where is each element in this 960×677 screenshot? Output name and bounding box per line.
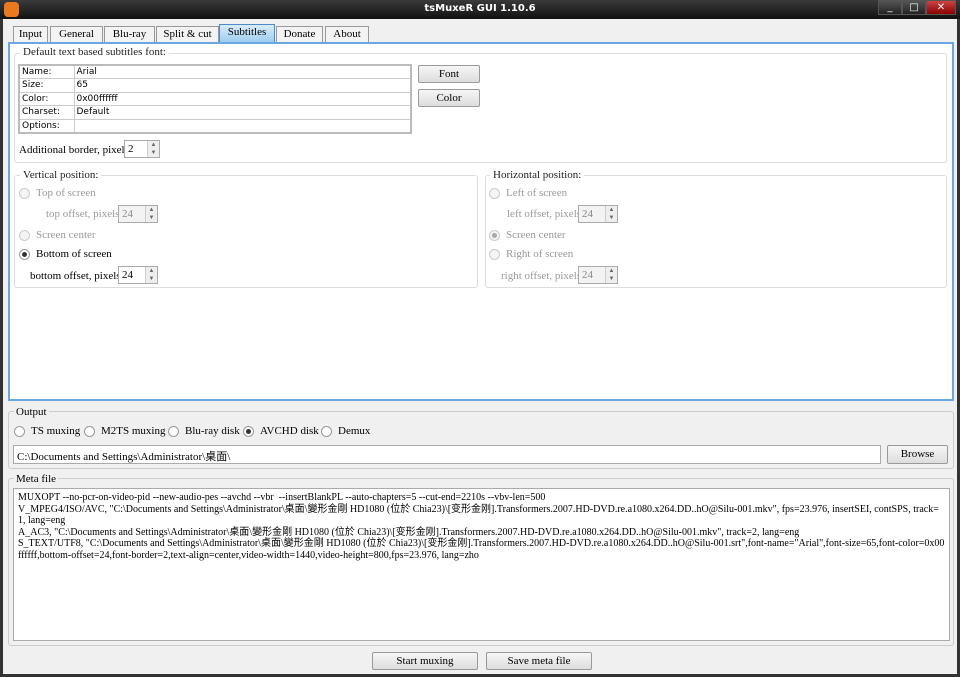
spin-arrows-icon[interactable]: ▲ ▼	[605, 267, 617, 283]
horizontal-center-radio[interactable]	[489, 230, 500, 241]
right-offset-spinner[interactable]: 24 ▲ ▼	[578, 266, 618, 284]
prop-value[interactable]: Arial	[73, 64, 412, 79]
top-offset-value: 24	[122, 208, 133, 220]
maximize-button[interactable]: □	[902, 0, 926, 15]
right-offset-value: 24	[582, 269, 593, 281]
border-spinner[interactable]: 2 ▲ ▼	[124, 140, 160, 158]
meta-file-textarea[interactable]: MUXOPT --no-pcr-on-video-pid --new-audio…	[13, 488, 950, 641]
tab-about[interactable]: About	[325, 26, 369, 42]
tab-donate[interactable]: Donate	[276, 26, 323, 42]
top-of-screen-radio[interactable]	[19, 188, 30, 199]
spin-arrows-icon[interactable]: ▲ ▼	[145, 267, 157, 283]
ts-muxing-label: TS muxing	[31, 425, 81, 437]
prop-key: Charset:	[18, 105, 75, 120]
tab-input[interactable]: Input	[13, 26, 48, 42]
prop-key: Name:	[18, 64, 75, 79]
prop-key: Size:	[18, 78, 75, 93]
spin-arrows-icon[interactable]: ▲ ▼	[145, 206, 157, 222]
spin-arrows-icon[interactable]: ▲ ▼	[605, 206, 617, 222]
font-properties-table: Name: Arial Size: 65 Color: 0x00ffffff Char…	[18, 64, 412, 134]
meta-file-label: Meta file	[14, 473, 59, 485]
table-row: Charset: Default	[18, 105, 412, 120]
prop-key: Options:	[18, 118, 75, 133]
right-offset-label: right offset, pixels:	[501, 270, 585, 282]
minimize-button[interactable]: _	[878, 0, 902, 15]
tab-general[interactable]: General	[50, 26, 103, 42]
window-title: tsMuxeR GUI 1.10.6	[424, 3, 536, 14]
save-meta-file-button[interactable]: Save meta file	[486, 652, 592, 670]
left-offset-value: 24	[582, 208, 593, 220]
output-label: Output	[14, 406, 49, 418]
prop-value[interactable]: Default	[73, 105, 412, 120]
left-of-screen-label: Left of screen	[506, 187, 568, 199]
close-button[interactable]: ✕	[926, 0, 956, 15]
spin-arrows-icon[interactable]: ▲ ▼	[147, 141, 159, 157]
top-offset-label: top offset, pixels:	[46, 208, 123, 220]
border-label: Additional border, pixels:	[19, 144, 132, 156]
start-muxing-button[interactable]: Start muxing	[372, 652, 478, 670]
blu-ray-disk-radio[interactable]	[168, 426, 179, 437]
bottom-of-screen-label: Bottom of screen	[36, 248, 112, 260]
screen-center-label: Screen center	[36, 229, 96, 241]
demux-radio[interactable]	[321, 426, 332, 437]
avchd-disk-label: AVCHD disk	[260, 425, 319, 437]
right-of-screen-radio[interactable]	[489, 249, 500, 260]
m2ts-muxing-radio[interactable]	[84, 426, 95, 437]
bottom-offset-value: 24	[122, 269, 133, 281]
table-row: Size: 65	[18, 78, 412, 93]
right-of-screen-label: Right of screen	[506, 248, 574, 260]
tab-blu-ray[interactable]: Blu-ray	[104, 26, 155, 42]
ts-muxing-radio[interactable]	[14, 426, 25, 437]
left-offset-label: left offset, pixels:	[507, 208, 585, 220]
tab-subtitles[interactable]: Subtitles	[219, 24, 275, 43]
demux-label: Demux	[338, 425, 371, 437]
left-offset-spinner[interactable]: 24 ▲ ▼	[578, 205, 618, 223]
table-row: Options:	[18, 118, 412, 133]
prop-key: Color:	[18, 91, 75, 106]
font-group-label: Default text based subtitles font:	[20, 46, 169, 58]
bottom-offset-spinner[interactable]: 24 ▲ ▼	[118, 266, 158, 284]
prop-value[interactable]	[73, 118, 412, 133]
border-value: 2	[128, 143, 134, 155]
bottom-offset-label: bottom offset, pixels:	[30, 270, 124, 282]
browse-button[interactable]: Browse	[887, 445, 948, 464]
horizontal-group-label: Horizontal position:	[490, 169, 585, 181]
table-row: Name: Arial	[18, 64, 412, 79]
vertical-group-label: Vertical position:	[20, 169, 102, 181]
avchd-disk-radio[interactable]	[243, 426, 254, 437]
top-of-screen-label: Top of screen	[36, 187, 96, 199]
tab-split-cut[interactable]: Split & cut	[156, 26, 219, 42]
prop-value[interactable]: 65	[73, 78, 412, 93]
left-of-screen-radio[interactable]	[489, 188, 500, 199]
horizontal-center-label: Screen center	[506, 229, 566, 241]
m2ts-muxing-label: M2TS muxing	[101, 425, 166, 437]
blu-ray-disk-label: Blu-ray disk	[185, 425, 240, 437]
bottom-of-screen-radio[interactable]	[19, 249, 30, 260]
font-button[interactable]: Font	[418, 65, 480, 83]
output-path-input[interactable]: C:\Documents and Settings\Administrator\…	[13, 445, 881, 464]
prop-value[interactable]: 0x00ffffff	[73, 91, 412, 106]
color-button[interactable]: Color	[418, 89, 480, 107]
screen-center-radio[interactable]	[19, 230, 30, 241]
top-offset-spinner[interactable]: 24 ▲ ▼	[118, 205, 158, 223]
table-row: Color: 0x00ffffff	[18, 91, 412, 106]
